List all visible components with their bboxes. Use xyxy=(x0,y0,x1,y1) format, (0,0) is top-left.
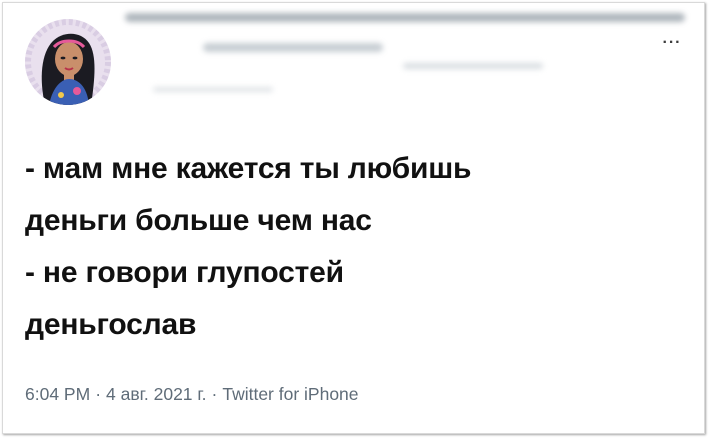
tweet-text: - мам мне кажется ты любишь деньги больш… xyxy=(25,143,685,351)
tweet-line: деньги больше чем нас xyxy=(25,204,372,237)
tweet-source[interactable]: Twitter for iPhone xyxy=(222,384,358,404)
blurred-handle xyxy=(203,43,383,52)
tweet-line: деньгослав xyxy=(25,308,197,341)
tweet-metadata: 6:04 PM · 4 авг. 2021 г. · Twitter for iPhon… xyxy=(25,384,359,405)
tweet-card: ··· - мам мне кажется ты любишь деньги б… xyxy=(2,2,705,434)
more-options-button[interactable]: ··· xyxy=(655,33,689,53)
tweet-time[interactable]: 6:04 PM xyxy=(25,384,90,404)
blurred-handle-extra xyxy=(403,63,543,69)
tweet-line: - мам мне кажется ты любишь xyxy=(25,152,472,185)
blurred-display-name xyxy=(125,13,685,22)
tweet-date[interactable]: 4 авг. 2021 г. xyxy=(106,384,207,404)
avatar-illustration xyxy=(25,19,111,105)
separator: · xyxy=(95,384,102,404)
blurred-subtitle xyxy=(153,87,273,92)
separator: · xyxy=(211,384,218,404)
tweet-line: - не говори глупостей xyxy=(25,256,344,289)
avatar[interactable] xyxy=(25,19,111,105)
